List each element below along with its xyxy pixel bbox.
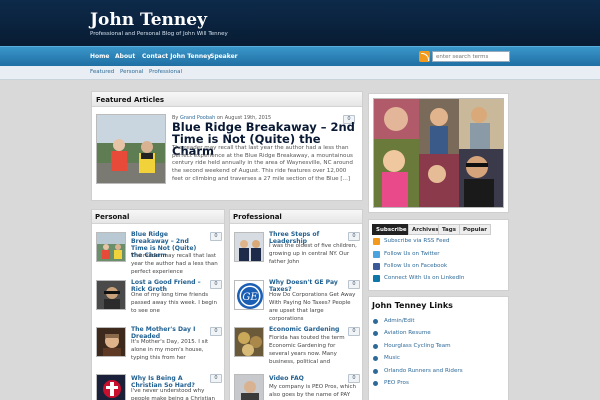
post-thumbnail[interactable] <box>96 327 126 357</box>
link-peo-pros[interactable]: PEO Pros <box>384 380 409 386</box>
subnav-item-personal[interactable]: Personal <box>120 69 143 75</box>
category-nav: Featured Personal Professional <box>0 66 600 80</box>
personal-post-excerpt: One of my long time friends passed away … <box>131 292 217 314</box>
comment-count-badge[interactable]: 0 <box>348 374 360 383</box>
link-admin-edit[interactable]: Admin/Edit <box>384 318 415 324</box>
comment-count-badge[interactable]: 0 <box>348 280 360 289</box>
link-aviation-resume[interactable]: Aviation Resume <box>384 330 431 336</box>
post-thumbnail[interactable] <box>234 232 264 262</box>
post-thumbnail[interactable] <box>234 327 264 357</box>
post-thumbnail[interactable] <box>96 280 126 310</box>
professional-post-excerpt: I was the oldest of five children, growi… <box>269 243 357 265</box>
link-hourglass-cycling[interactable]: Hourglass Cycling Team <box>384 343 451 349</box>
tab-tags[interactable]: Tags <box>438 224 460 235</box>
bullet-icon <box>373 344 378 349</box>
subscribe-rss-link[interactable]: Subscribe via RSS Feed <box>384 238 449 244</box>
comment-count-badge[interactable]: 0 <box>210 374 222 383</box>
follow-twitter-link[interactable]: Follow Us on Twitter <box>384 251 440 257</box>
rss-icon <box>373 238 380 245</box>
site-header: John Tenney Professional and Personal Bl… <box>0 0 600 46</box>
personal-heading: Personal <box>95 213 130 221</box>
nav-item-home[interactable]: Home <box>90 53 109 60</box>
link-orlando-runners[interactable]: Orlando Runners and Riders <box>384 368 463 374</box>
professional-post-title[interactable]: Video FAQ <box>269 375 344 382</box>
subnav-item-professional[interactable]: Professional <box>149 69 182 75</box>
tab-subscribe[interactable]: Subscribe <box>372 224 411 235</box>
tab-popular[interactable]: Popular <box>459 224 491 235</box>
personal-post-excerpt: The reader may recall that last year the… <box>131 253 218 275</box>
professional-post-excerpt: How Do Corporations Get Away With Paying… <box>269 292 356 322</box>
post-thumbnail[interactable]: GE <box>234 280 264 310</box>
bullet-icon <box>373 331 378 336</box>
subnav-item-featured[interactable]: Featured <box>90 69 114 75</box>
bullet-icon <box>373 356 378 361</box>
personal-column-header: Personal <box>92 210 224 224</box>
photo-collage <box>373 98 504 208</box>
post-thumbnail[interactable] <box>96 232 126 262</box>
site-title[interactable]: John Tenney <box>90 10 207 30</box>
bullet-icon <box>373 319 378 324</box>
nav-item-contact[interactable]: Contact John Tenney <box>142 53 211 60</box>
post-thumbnail[interactable] <box>96 374 126 400</box>
comment-count-badge[interactable]: 0 <box>348 232 360 241</box>
professional-post-excerpt: My company is PEO Pros, which also goes … <box>269 384 356 398</box>
personal-post-excerpt: It's Mother's Day, 2015. I sit alone in … <box>131 339 209 361</box>
featured-panel-header: Featured Articles <box>92 92 362 107</box>
linkedin-icon <box>373 275 380 282</box>
follow-facebook-link[interactable]: Follow Us on Facebook <box>384 263 447 269</box>
comment-count-badge[interactable]: 0 <box>210 327 222 336</box>
comment-count-badge[interactable]: 0 <box>210 232 222 241</box>
facebook-icon <box>373 263 380 270</box>
bullet-icon <box>373 369 378 374</box>
professional-heading: Professional <box>233 213 282 221</box>
featured-thumbnail[interactable] <box>96 114 166 184</box>
post-thumbnail[interactable] <box>234 374 264 400</box>
search-input[interactable] <box>432 51 510 62</box>
nav-item-speaker[interactable]: Speaker <box>210 53 238 60</box>
professional-post-title[interactable]: Economic Gardening <box>269 326 344 333</box>
bullet-icon <box>373 381 378 386</box>
site-tagline: Professional and Personal Blog of John W… <box>90 31 228 37</box>
connect-linkedin-link[interactable]: Connect With Us on LinkedIn <box>384 275 464 281</box>
main-nav: Home About Contact John Tenney Speaker <box>0 46 600 66</box>
professional-post-excerpt: Florida has touted the term Economic Gar… <box>269 335 345 365</box>
personal-post-excerpt: I've never understood why people make be… <box>131 388 216 400</box>
twitter-icon <box>373 251 380 258</box>
featured-post-excerpt: The reader may recall that last year the… <box>172 145 353 182</box>
rss-feed-icon[interactable] <box>419 51 430 62</box>
link-music[interactable]: Music <box>384 355 400 361</box>
svg-text:GE: GE <box>242 292 258 303</box>
comment-count-badge[interactable]: 0 <box>348 327 360 336</box>
professional-column-header: Professional <box>230 210 362 224</box>
nav-item-about[interactable]: About <box>115 53 135 60</box>
featured-heading: Featured Articles <box>96 96 165 104</box>
links-heading: John Tenney Links <box>372 301 453 310</box>
comment-count-badge[interactable]: 0 <box>210 280 222 289</box>
